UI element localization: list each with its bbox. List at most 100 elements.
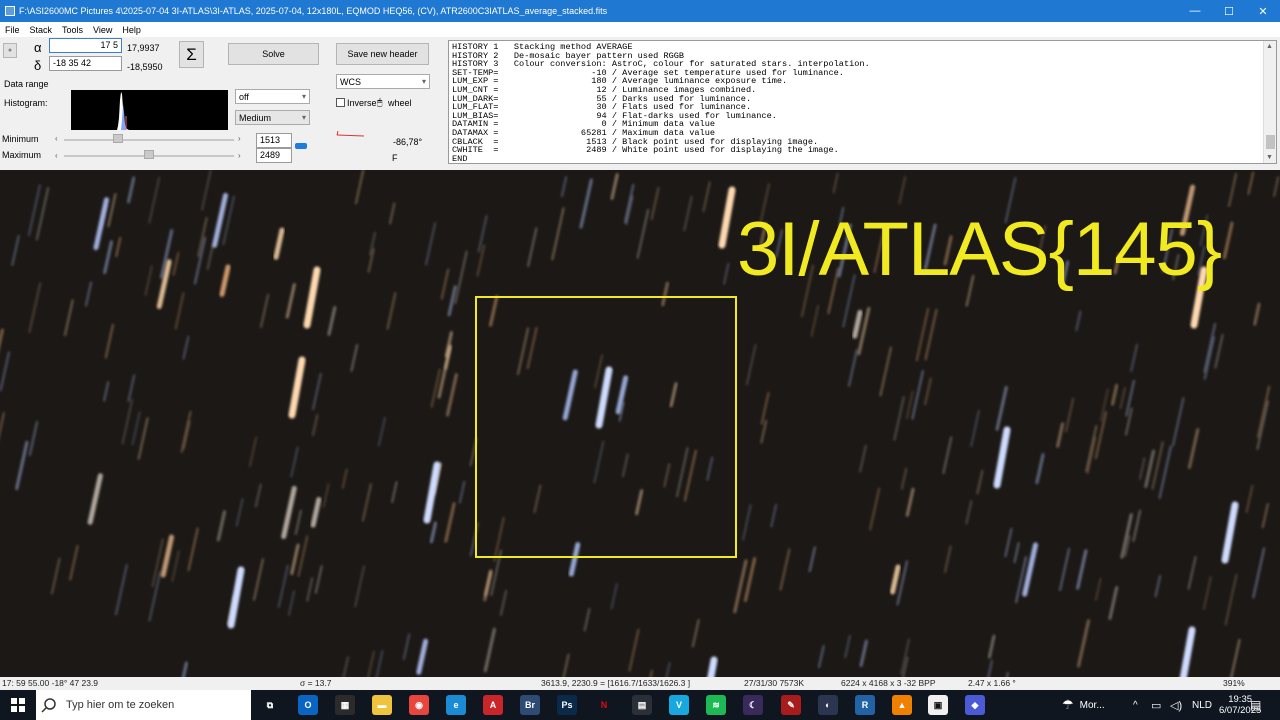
star-trail bbox=[1013, 541, 1020, 564]
inverse-label: Inverse bbox=[347, 98, 377, 108]
chrome-icon[interactable]: ◉ bbox=[409, 695, 429, 715]
star-trail bbox=[1252, 547, 1266, 599]
close-button[interactable]: ✕ bbox=[1246, 0, 1280, 22]
star-trail bbox=[201, 170, 212, 211]
star-trail bbox=[367, 650, 375, 677]
outlook-icon[interactable]: O bbox=[298, 695, 318, 715]
scrollbar-thumb[interactable] bbox=[1266, 135, 1275, 149]
star-trail bbox=[1203, 322, 1217, 373]
bright-star-trail bbox=[423, 461, 441, 524]
star-trail bbox=[942, 436, 953, 475]
start-button[interactable] bbox=[0, 690, 36, 720]
astap-icon[interactable]: ▣ bbox=[928, 695, 948, 715]
star-trail bbox=[386, 292, 397, 330]
menu-file[interactable]: File bbox=[0, 25, 25, 35]
star-trail bbox=[87, 473, 103, 525]
star-trail bbox=[69, 544, 79, 581]
store-icon[interactable]: ▦ bbox=[335, 695, 355, 715]
scroll-up-icon[interactable]: ▲ bbox=[1266, 43, 1273, 50]
taskbar-search-input[interactable]: Typ hier om te zoeken bbox=[36, 690, 251, 720]
star-trail bbox=[1035, 453, 1045, 485]
maximum-input[interactable]: 2489 bbox=[256, 148, 292, 163]
star-trail bbox=[1261, 503, 1269, 529]
save-header-button[interactable]: Save new header bbox=[336, 43, 429, 65]
menu-tools[interactable]: Tools bbox=[57, 25, 88, 35]
bridge-icon[interactable]: Br bbox=[520, 695, 540, 715]
star-trail bbox=[11, 234, 20, 266]
pdf-icon[interactable]: ✎ bbox=[781, 695, 801, 715]
minimum-slider-thumb[interactable] bbox=[113, 134, 123, 143]
star-trail bbox=[483, 571, 493, 602]
tray-chevron-icon[interactable]: ^ bbox=[1133, 690, 1138, 720]
orientation-arrow-icon bbox=[336, 131, 365, 137]
vimeo-icon[interactable]: V bbox=[669, 695, 689, 715]
scroll-down-icon[interactable]: ▼ bbox=[1266, 154, 1273, 161]
star-trail bbox=[1077, 619, 1091, 668]
wcs-select[interactable]: WCS ▾ bbox=[336, 74, 430, 89]
explorer-icon[interactable]: ▬ bbox=[372, 695, 392, 715]
star-trail bbox=[817, 645, 825, 669]
astro-icon[interactable]: ☾ bbox=[743, 695, 763, 715]
star-trail bbox=[15, 440, 29, 491]
task-view-icon[interactable]: ⧉ bbox=[260, 695, 280, 715]
network-icon[interactable]: ▭ bbox=[1151, 690, 1161, 720]
maximize-button[interactable]: ☐ bbox=[1212, 0, 1246, 22]
image-viewer[interactable]: 3I/ATLAS{145} bbox=[0, 170, 1280, 677]
weather-widget[interactable]: ☂ Mor... bbox=[1062, 690, 1105, 720]
title-bar: F:\ASI2600MC Pictures 4\2025-07-04 3I-AT… bbox=[0, 0, 1280, 22]
star-trail bbox=[898, 175, 907, 205]
inverse-checkbox[interactable] bbox=[336, 98, 345, 107]
status-pixel-value: 3613.9, 2230.9 = [1616.7/1633/1626.3 ] bbox=[541, 678, 691, 688]
star-trail bbox=[1085, 425, 1098, 473]
language-indicator[interactable]: NLD bbox=[1192, 690, 1212, 720]
range-link-icon[interactable] bbox=[295, 143, 307, 149]
search-icon bbox=[41, 698, 56, 713]
max-right-arrow-icon[interactable]: › bbox=[238, 151, 241, 160]
star-trail bbox=[1119, 386, 1126, 410]
star-trail bbox=[1187, 555, 1197, 590]
star-trail bbox=[121, 398, 134, 445]
notifications-icon[interactable]: ▤ bbox=[1250, 690, 1261, 720]
r-icon[interactable]: R bbox=[855, 695, 875, 715]
alpha-input[interactable]: 17 5 bbox=[49, 38, 122, 53]
stellarium-icon[interactable]: ◐ bbox=[818, 695, 838, 715]
header-scrollbar[interactable]: ▲ ▼ bbox=[1263, 41, 1276, 163]
star-trail bbox=[1086, 436, 1097, 475]
delta-input[interactable]: -18 35 42 bbox=[49, 56, 122, 71]
netflix-icon[interactable]: N bbox=[594, 695, 614, 715]
acrobat-icon[interactable]: A bbox=[483, 695, 503, 715]
orientation-angle: -86,78° bbox=[393, 137, 423, 147]
quality-select[interactable]: Medium ▾ bbox=[235, 110, 310, 125]
minimum-slider[interactable] bbox=[64, 139, 234, 141]
small-toggle-button[interactable]: ● bbox=[3, 43, 17, 58]
histogram-mode-select[interactable]: off ▾ bbox=[235, 89, 310, 104]
sigma-button[interactable]: Σ bbox=[179, 41, 204, 68]
solve-button[interactable]: Solve bbox=[228, 43, 319, 65]
edge-icon[interactable]: e bbox=[446, 695, 466, 715]
star-trail bbox=[924, 377, 932, 406]
menu-stack[interactable]: Stack bbox=[25, 25, 58, 35]
star-trail bbox=[314, 565, 323, 594]
min-right-arrow-icon[interactable]: › bbox=[238, 134, 241, 143]
star-trail bbox=[354, 170, 365, 205]
menu-help[interactable]: Help bbox=[117, 25, 146, 35]
menu-view[interactable]: View bbox=[88, 25, 117, 35]
star-trail bbox=[253, 558, 264, 601]
fits-header-panel[interactable]: HISTORY 1 Stacking method AVERAGE HISTOR… bbox=[448, 40, 1277, 164]
star-trail bbox=[905, 390, 914, 420]
min-left-arrow-icon[interactable]: ‹ bbox=[55, 134, 58, 143]
max-left-arrow-icon[interactable]: ‹ bbox=[55, 151, 58, 160]
shield-icon[interactable]: ◆ bbox=[965, 695, 985, 715]
calculator-icon[interactable]: ▤ bbox=[632, 695, 652, 715]
minimum-input[interactable]: 1513 bbox=[256, 133, 292, 148]
photoshop-icon[interactable]: Ps bbox=[557, 695, 577, 715]
menu-bar: File Stack Tools View Help bbox=[0, 22, 1280, 37]
volume-icon[interactable]: ◁) bbox=[1170, 690, 1182, 720]
star-trail bbox=[1253, 302, 1261, 326]
star-trail bbox=[1214, 333, 1224, 369]
maximum-slider-thumb[interactable] bbox=[144, 150, 154, 159]
minimize-button[interactable]: — bbox=[1178, 0, 1212, 22]
vlc-icon[interactable]: ▲ bbox=[892, 695, 912, 715]
data-range-label: Data range bbox=[4, 79, 49, 89]
spotify-icon[interactable]: ≋ bbox=[706, 695, 726, 715]
